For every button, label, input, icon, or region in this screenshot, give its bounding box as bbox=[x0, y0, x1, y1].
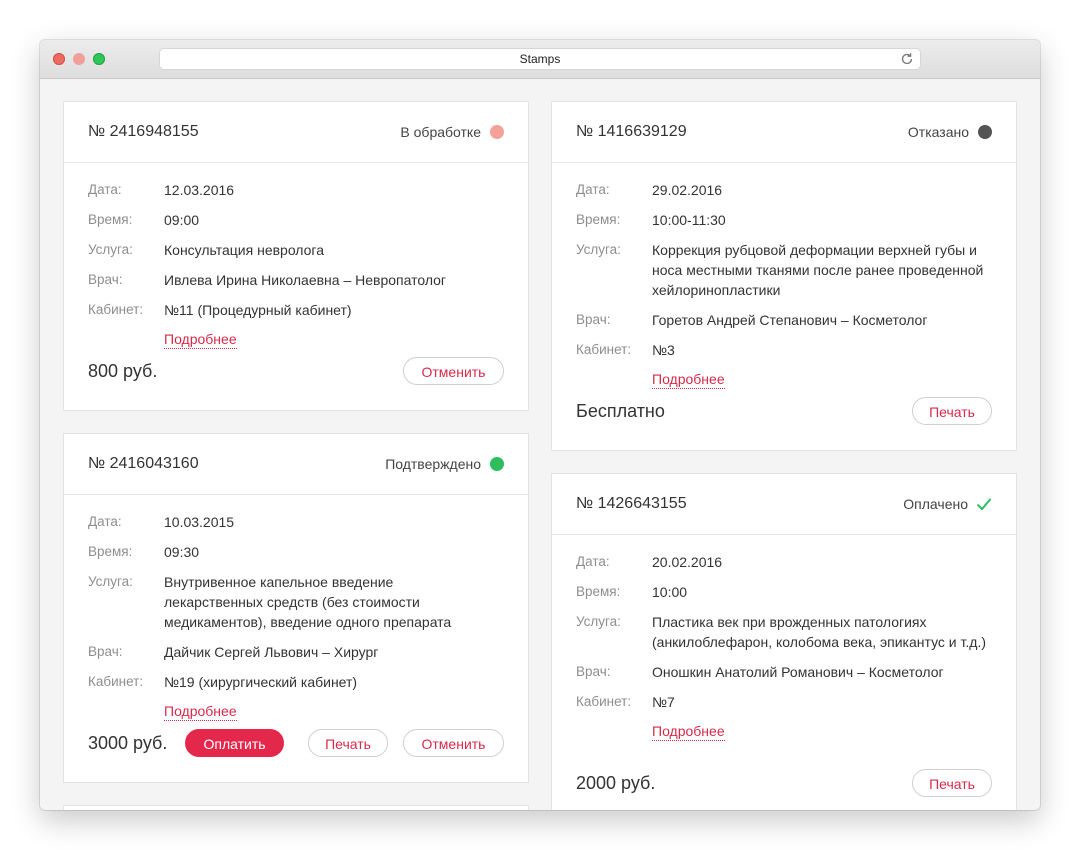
card-header: № 1426643155 Оплачено bbox=[552, 474, 1016, 535]
checkmark-icon bbox=[976, 498, 992, 511]
status-badge: В обработке bbox=[400, 124, 504, 140]
service-label: Услуга: bbox=[576, 614, 621, 629]
time-value: 10:00 bbox=[652, 584, 688, 600]
doctor-label: Врач: bbox=[88, 644, 123, 659]
service-value: Внутривенное капельное введение лекарств… bbox=[164, 574, 452, 630]
time-label: Время: bbox=[576, 212, 621, 227]
card-details: Дата: 12.03.2016 Время: 09:00 Услуга: Консу… bbox=[88, 180, 504, 359]
date-label: Дата: bbox=[88, 182, 122, 197]
service-value: Консультация невролога bbox=[164, 242, 325, 258]
service-value: Пластика век при врожденных патологиях (… bbox=[652, 614, 986, 650]
doctor-value: Ивлева Ирина Николаевна – Невропатолог bbox=[164, 272, 447, 288]
room-value: №7 bbox=[652, 694, 675, 710]
status-processing-dot-icon bbox=[490, 125, 504, 139]
date-value: 29.02.2016 bbox=[652, 182, 723, 198]
appointment-card bbox=[63, 805, 529, 810]
status-label: Оплачено bbox=[903, 496, 968, 512]
time-value: 09:30 bbox=[164, 544, 200, 560]
window-title: Stamps bbox=[519, 52, 561, 66]
date-value: 12.03.2016 bbox=[164, 182, 235, 198]
room-value: №3 bbox=[652, 342, 675, 358]
service-label: Услуга: bbox=[576, 242, 621, 257]
price: 3000 руб. bbox=[88, 733, 168, 753]
print-button[interactable]: Печать bbox=[308, 729, 388, 757]
card-header: № 2416948155 В обработке bbox=[64, 102, 528, 163]
status-label: В обработке bbox=[400, 124, 481, 140]
time-value: 09:00 bbox=[164, 212, 200, 228]
service-label: Услуга: bbox=[88, 574, 133, 589]
status-badge: Оплачено bbox=[903, 496, 992, 512]
browser-window: Stamps № 2416948155 В обработке Дата: 12.… bbox=[40, 40, 1040, 810]
status-badge: Отказано bbox=[908, 124, 992, 140]
room-label: Кабинет: bbox=[576, 694, 632, 709]
doctor-value: Оношкин Анатолий Романович – Косметолог bbox=[652, 664, 944, 680]
appointment-card: № 2416043160 Подтверждено Дата: 10.03.201… bbox=[63, 433, 529, 783]
pay-button[interactable]: Оплатить bbox=[185, 729, 284, 757]
page-content: № 2416948155 В обработке Дата: 12.03.2016… bbox=[40, 79, 1040, 810]
date-label: Дата: bbox=[576, 554, 610, 569]
price: Бесплатно bbox=[576, 401, 665, 421]
room-value: №19 (хирургический кабинет) bbox=[164, 674, 358, 690]
more-link[interactable]: Подробнее bbox=[652, 370, 725, 389]
date-label: Дата: bbox=[88, 514, 122, 529]
appointment-card: № 1416639129 Отказано Дата: 29.02.2016 Вр… bbox=[551, 101, 1017, 451]
time-label: Время: bbox=[576, 584, 621, 599]
card-header: № 2416043160 Подтверждено bbox=[64, 434, 528, 495]
cancel-button[interactable]: Отменить bbox=[403, 357, 504, 385]
title-bar: Stamps bbox=[40, 40, 1040, 79]
status-confirmed-dot-icon bbox=[490, 457, 504, 471]
service-label: Услуга: bbox=[88, 242, 133, 257]
status-refused-dot-icon bbox=[978, 125, 992, 139]
doctor-value: Горетов Андрей Степанович – Косметолог bbox=[652, 312, 928, 328]
doctor-label: Врач: bbox=[576, 312, 611, 327]
card-details: Дата: 20.02.2016 Время: 10:00 Услуга: Пласт… bbox=[576, 552, 992, 751]
room-label: Кабинет: bbox=[576, 342, 632, 357]
room-value: №11 (Процедурный кабинет) bbox=[164, 302, 352, 318]
status-label: Подтверждено bbox=[385, 456, 481, 472]
card-details: Дата: 10.03.2015 Время: 09:30 Услуга: Внутр… bbox=[88, 512, 504, 731]
date-label: Дата: bbox=[576, 182, 610, 197]
service-value: Коррекция рубцовой деформации верхней гу… bbox=[652, 242, 984, 298]
cancel-button[interactable]: Отменить bbox=[403, 729, 504, 757]
more-link[interactable]: Подробнее bbox=[164, 702, 237, 721]
appointment-number: № 1416639129 bbox=[576, 123, 687, 140]
maximize-window-button[interactable] bbox=[93, 53, 105, 65]
card-details: Дата: 29.02.2016 Время: 10:00-11:30 Услуга… bbox=[576, 180, 992, 399]
appointment-card: № 2416948155 В обработке Дата: 12.03.2016… bbox=[63, 101, 529, 411]
print-button[interactable]: Печать bbox=[912, 397, 992, 425]
address-bar[interactable]: Stamps bbox=[160, 49, 920, 69]
appointment-card: № 1426643155 Оплачено Дата: 20.02.2016 Вр… bbox=[551, 473, 1017, 810]
doctor-label: Врач: bbox=[88, 272, 123, 287]
date-value: 20.02.2016 bbox=[652, 554, 723, 570]
minimize-window-button[interactable] bbox=[73, 53, 85, 65]
room-label: Кабинет: bbox=[88, 674, 144, 689]
status-label: Отказано bbox=[907, 124, 969, 140]
close-window-button[interactable] bbox=[53, 53, 65, 65]
price: 800 руб. bbox=[88, 361, 158, 381]
appointment-number: № 2416043160 bbox=[88, 455, 199, 472]
print-button[interactable]: Печать bbox=[912, 769, 992, 797]
doctor-value: Дайчик Сергей Львович – Хирург bbox=[164, 644, 379, 660]
status-badge: Подтверждено bbox=[385, 456, 504, 472]
room-label: Кабинет: bbox=[88, 302, 144, 317]
reload-icon[interactable] bbox=[900, 52, 914, 66]
time-value: 10:00-11:30 bbox=[652, 212, 726, 228]
more-link[interactable]: Подробнее bbox=[164, 330, 237, 349]
more-link[interactable]: Подробнее bbox=[652, 722, 725, 741]
date-value: 10.03.2015 bbox=[164, 514, 235, 530]
appointment-number: № 2416948155 bbox=[88, 123, 199, 140]
time-label: Время: bbox=[88, 212, 133, 227]
card-header: № 1416639129 Отказано bbox=[552, 102, 1016, 163]
doctor-label: Врач: bbox=[576, 664, 611, 679]
time-label: Время: bbox=[88, 544, 133, 559]
appointment-number: № 1426643155 bbox=[576, 495, 687, 512]
price: 2000 руб. bbox=[576, 773, 656, 793]
